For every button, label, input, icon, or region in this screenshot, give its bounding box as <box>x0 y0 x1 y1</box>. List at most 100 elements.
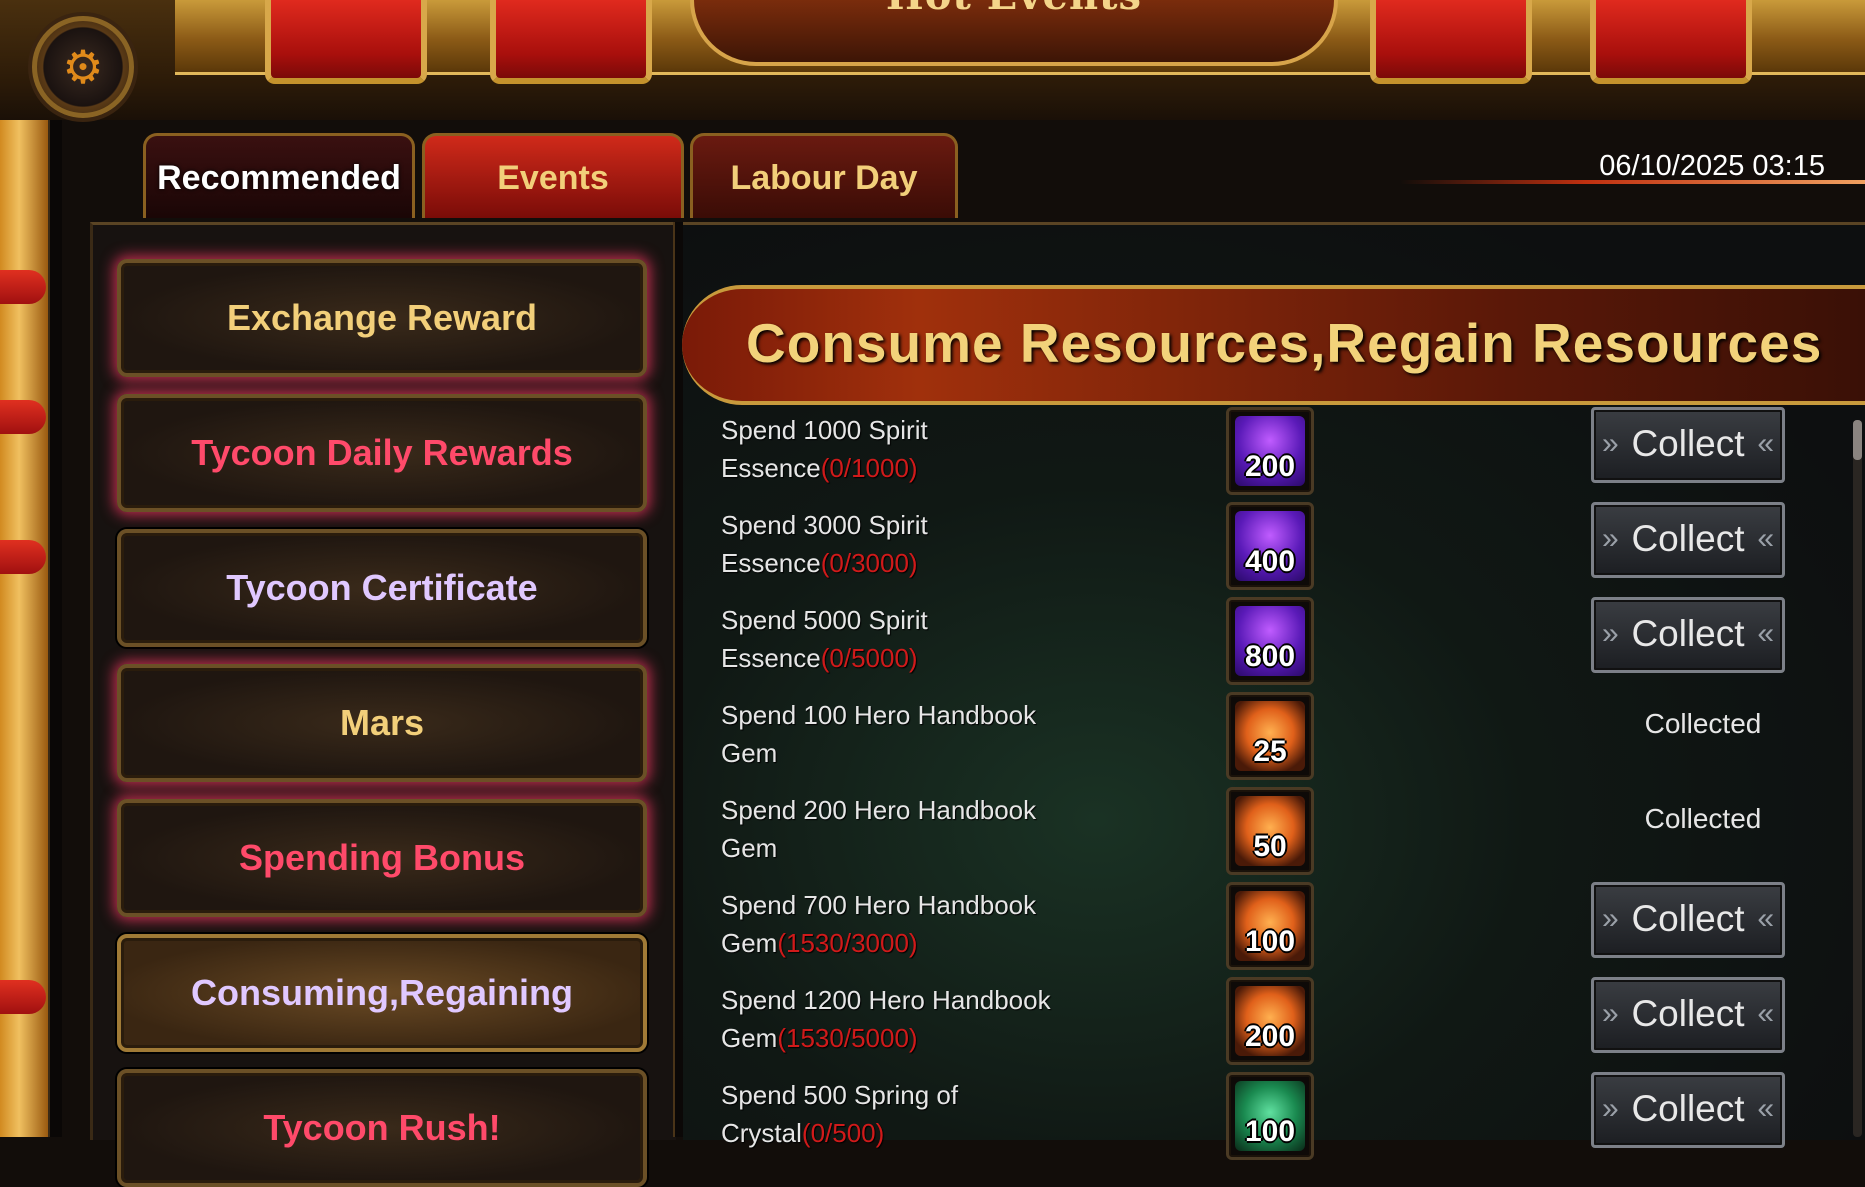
reward-item[interactable]: 400 <box>1226 502 1314 590</box>
task-description: Spend 1200 Hero Handbook Gem(1530/5000) <box>721 981 1101 1057</box>
task-progress: (0/3000) <box>820 548 918 578</box>
task-progress: (0/1000) <box>820 453 918 483</box>
reward-item[interactable]: 25 <box>1226 692 1314 780</box>
frame-border <box>48 120 62 1137</box>
ribbon-ornament <box>0 980 46 1014</box>
menu-item-label: Tycoon Daily Rewards <box>191 432 573 473</box>
ribbon-ornament <box>0 540 46 574</box>
menu-item-spending-bonus[interactable]: Spending Bonus <box>117 799 647 917</box>
task-description: Spend 700 Hero Handbook Gem(1530/3000) <box>721 886 1101 962</box>
red-banner-ornament <box>490 0 652 84</box>
task-progress: (0/500) <box>801 1118 885 1148</box>
task-line1: Spend 1200 Hero Handbook <box>721 985 1051 1015</box>
collect-button-label: Collect <box>1631 423 1745 464</box>
header-divider <box>1400 180 1865 184</box>
reward-item[interactable]: 100 <box>1226 1072 1314 1160</box>
reward-quantity: 100 <box>1244 1115 1296 1148</box>
task-progress: (1530/3000) <box>777 928 918 958</box>
task-row: Spend 500 Spring of Crystal(0/500) 100 » Col… <box>683 1070 1865 1165</box>
task-line1: Spend 100 Hero Handbook <box>721 700 1037 730</box>
scrollbar-thumb[interactable] <box>1853 420 1862 460</box>
ribbon-ornament <box>0 400 46 434</box>
chevron-left-icon: « <box>1757 997 1774 1030</box>
menu-item-exchange-reward[interactable]: Exchange Reward <box>117 259 647 377</box>
chevron-left-icon: « <box>1757 427 1774 460</box>
event-title: Consume Resources,Regain Resources <box>746 312 1823 374</box>
window-title: Hot Events <box>694 0 1334 19</box>
chevron-right-icon: » <box>1602 902 1619 935</box>
window-title-plate: Hot Events <box>690 0 1338 66</box>
event-title-banner: Consume Resources,Regain Resources <box>682 285 1865 405</box>
reward-quantity: 200 <box>1244 450 1296 483</box>
task-description: Spend 200 Hero Handbook Gem <box>721 791 1101 867</box>
collect-button[interactable]: » Collect « <box>1591 502 1785 578</box>
reward-quantity: 100 <box>1244 925 1296 958</box>
chevron-right-icon: » <box>1602 522 1619 555</box>
tab-recommended[interactable]: Recommended <box>143 133 415 218</box>
menu-item-consuming-regaining[interactable]: Consuming,Regaining <box>117 934 647 1052</box>
server-timestamp: 06/10/2025 03:15 <box>1599 150 1825 182</box>
ribbon-ornament <box>0 270 46 304</box>
red-banner-ornament <box>265 0 427 84</box>
menu-item-tycoon-daily-rewards[interactable]: Tycoon Daily Rewards <box>117 394 647 512</box>
collected-status: Collected <box>1644 708 1762 739</box>
task-line2: Gem <box>721 833 778 863</box>
task-row: Spend 1200 Hero Handbook Gem(1530/5000) 20… <box>683 975 1865 1070</box>
reward-item[interactable]: 800 <box>1226 597 1314 685</box>
task-line1: Spend 200 Hero Handbook <box>721 795 1037 825</box>
chevron-right-icon: » <box>1602 617 1619 650</box>
task-line1: Spend 3000 Spirit <box>721 510 928 540</box>
collect-button-label: Collect <box>1631 613 1745 654</box>
red-banner-ornament <box>1590 0 1752 84</box>
task-row: Spend 100 Hero Handbook Gem 25 Collected <box>683 690 1865 785</box>
task-description: Spend 5000 Spirit Essence(0/5000) <box>721 601 1101 677</box>
menu-item-tycoon-certificate[interactable]: Tycoon Certificate <box>117 529 647 647</box>
chevron-left-icon: « <box>1757 522 1774 555</box>
menu-item-label: Mars <box>339 702 425 743</box>
left-pillar-ornament <box>0 120 48 1137</box>
settings-button[interactable]: ⚙ <box>32 16 134 118</box>
menu-item-label: Spending Bonus <box>239 837 525 878</box>
task-line2: Gem <box>721 1023 778 1053</box>
collect-button[interactable]: » Collect « <box>1591 597 1785 673</box>
reward-quantity: 50 <box>1253 830 1287 863</box>
reward-item[interactable]: 100 <box>1226 882 1314 970</box>
task-description: Spend 100 Hero Handbook Gem <box>721 696 1101 772</box>
reward-item[interactable]: 200 <box>1226 407 1314 495</box>
task-line2: Gem <box>721 928 778 958</box>
reward-item[interactable]: 200 <box>1226 977 1314 1065</box>
collected-status: Collected <box>1644 803 1762 834</box>
menu-item-tycoon-rush[interactable]: Tycoon Rush! <box>117 1069 647 1187</box>
task-line2: Crystal <box>721 1118 802 1148</box>
chevron-left-icon: « <box>1757 1092 1774 1125</box>
collect-button[interactable]: » Collect « <box>1591 407 1785 483</box>
task-row: Spend 5000 Spirit Essence(0/5000) 800 » Coll… <box>683 595 1865 690</box>
collect-button-label: Collect <box>1631 518 1745 559</box>
event-menu: Exchange Reward Tycoon Daily Rewards Tyc… <box>90 222 676 1187</box>
chevron-left-icon: « <box>1757 902 1774 935</box>
tab-events[interactable]: Events <box>422 133 684 218</box>
task-row: Spend 700 Hero Handbook Gem(1530/3000) 100… <box>683 880 1865 975</box>
task-line2: Essence <box>721 643 821 673</box>
task-line1: Spend 500 Spring of <box>721 1080 959 1110</box>
reward-quantity: 200 <box>1244 1020 1296 1053</box>
task-line2: Essence <box>721 453 821 483</box>
reward-item[interactable]: 50 <box>1226 787 1314 875</box>
menu-item-label: Tycoon Certificate <box>226 567 538 608</box>
menu-item-mars[interactable]: Mars <box>117 664 647 782</box>
collect-button[interactable]: » Collect « <box>1591 882 1785 958</box>
task-list-scrollbar[interactable] <box>1853 420 1862 1137</box>
red-banner-ornament <box>1370 0 1532 84</box>
reward-quantity: 400 <box>1244 545 1296 578</box>
top-frame: Hot Events ⚙ <box>0 0 1865 120</box>
tab-labour-day[interactable]: Labour Day <box>690 133 958 218</box>
task-progress: (0/5000) <box>820 643 918 673</box>
collect-button[interactable]: » Collect « <box>1591 977 1785 1053</box>
task-line1: Spend 1000 Spirit <box>721 415 928 445</box>
reward-quantity: 25 <box>1253 735 1287 768</box>
collect-button-label: Collect <box>1631 993 1745 1034</box>
menu-item-label: Tycoon Rush! <box>263 1107 501 1148</box>
menu-item-label: Exchange Reward <box>226 297 538 338</box>
task-description: Spend 1000 Spirit Essence(0/1000) <box>721 411 1101 487</box>
chevron-right-icon: » <box>1602 427 1619 460</box>
